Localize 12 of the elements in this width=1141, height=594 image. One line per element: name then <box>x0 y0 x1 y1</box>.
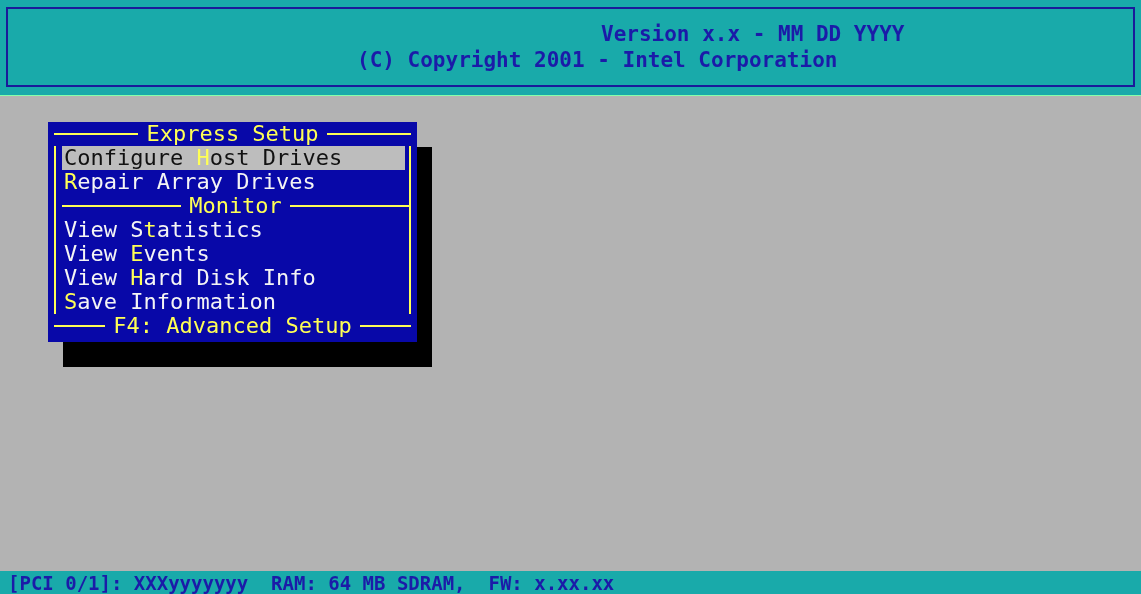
copyright-text: (C) Copyright 2001 - Intel Corporation <box>356 47 839 73</box>
menu-item[interactable]: Repair Array Drives <box>62 170 405 194</box>
menu-item[interactable]: View Statistics <box>62 218 405 242</box>
menu-item[interactable]: View Events <box>62 242 405 266</box>
status-text: [PCI 0/1]: XXXyyyyyyy RAM: 64 MB SDRAM, FW: x.xx.xx <box>8 571 615 594</box>
menu-item[interactable]: Save Information <box>62 290 405 314</box>
menu-item[interactable]: Configure Host Drives <box>62 146 405 170</box>
menu-footer: F4: Advanced Setup <box>105 314 360 338</box>
version-text: Version x.x - MM DD YYYY <box>600 21 906 47</box>
menu-item[interactable]: View Hard Disk Info <box>62 266 405 290</box>
section-heading: Monitor <box>188 194 283 218</box>
menu-title: Express Setup <box>145 122 320 146</box>
